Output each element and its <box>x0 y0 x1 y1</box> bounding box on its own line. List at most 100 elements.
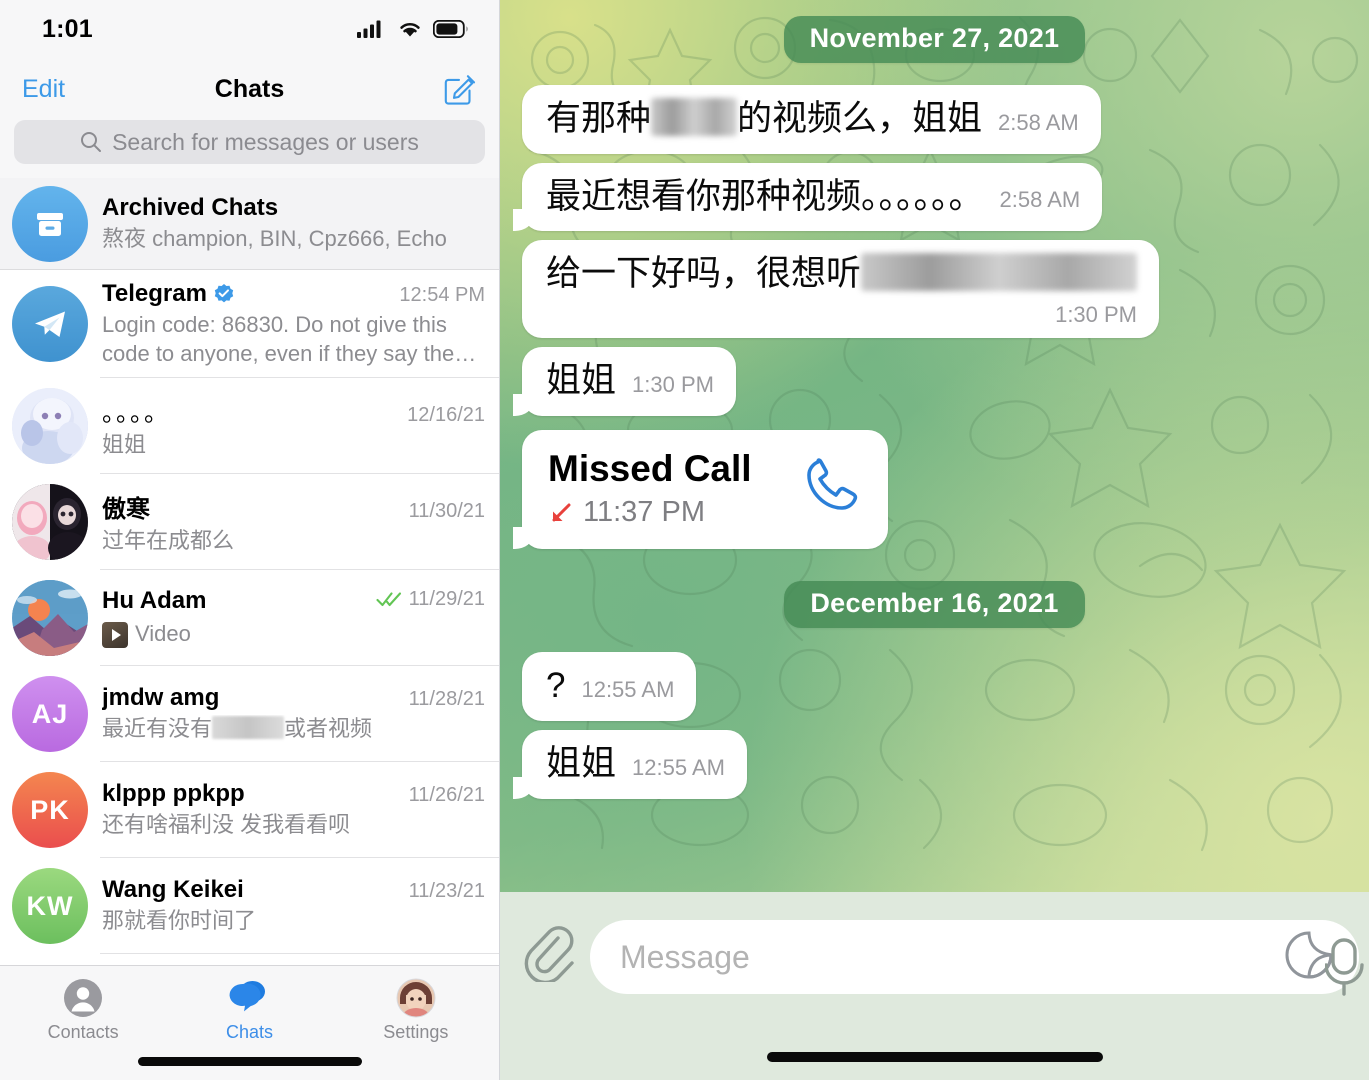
list-item[interactable]: Telegram 12:54 PM Login code: 86830. Do … <box>0 270 499 378</box>
status-bar: 1:01 <box>0 0 499 58</box>
photo-landscape <box>12 580 88 656</box>
message-time: 2:58 AM <box>998 109 1079 135</box>
message-bubble[interactable]: ? 12:55 AM <box>522 652 697 721</box>
redacted-text <box>861 253 1138 292</box>
message-bubble[interactable]: 最近想看你那种视频。。。。。。 2:58 AM <box>512 162 1103 232</box>
redacted-text <box>651 98 738 136</box>
avatar <box>12 186 88 262</box>
home-indicator <box>766 1052 1103 1062</box>
call-title: Missed Call <box>548 447 752 489</box>
message-text-part: 给一下好吗，很想听 <box>546 254 862 294</box>
chat-preview: 那就看你时间了 <box>102 908 257 934</box>
phone-call-icon[interactable] <box>800 455 862 522</box>
message-time: 1:30 PM <box>632 371 714 397</box>
photo-anime-white <box>12 388 88 464</box>
list-item[interactable]: 傲寒 11/30/21 过年在成都么 <box>0 474 499 570</box>
chat-name: Hu Adam <box>102 587 207 615</box>
message-row: 有那种 的视频么，姐姐 2:58 AM <box>500 85 1369 154</box>
chat-timestamp: 11/30/21 <box>408 499 485 522</box>
message-text: 给一下好吗，很想听 <box>546 253 1138 296</box>
chat-name: Archived Chats <box>102 194 279 222</box>
message-row: 最近想看你那种视频。。。。。。 2:58 AM <box>500 162 1369 232</box>
message-text-part: 的视频么，姐姐 <box>737 99 983 138</box>
chat-timestamp: 12/16/21 <box>407 403 485 426</box>
chats-bubbles-icon <box>230 981 266 1012</box>
message-bubble[interactable]: 姐姐 12:55 AM <box>513 729 747 799</box>
message-row: Missed Call 11:37 PM <box>500 429 1369 550</box>
date-separator: November 27, 2021 <box>783 16 1086 63</box>
list-item[interactable]: Hu Adam 11/29/21 Video <box>0 570 499 666</box>
preview-text-part: 最近有没有 <box>102 716 213 742</box>
chat-timestamp: 11/26/21 <box>408 784 485 807</box>
contacts-person-icon <box>64 979 103 1017</box>
missed-call-bubble[interactable]: Missed Call 11:37 PM <box>513 429 888 550</box>
list-item[interactable]: Archived Chats 熬夜 champion, BIN, Cpz666,… <box>0 178 499 270</box>
list-item[interactable]: PK klppp ppkpp 11/26/21 还有啥福利没 发我看看呗 <box>0 762 499 858</box>
date-separator: December 16, 2021 <box>784 581 1085 629</box>
search-input[interactable]: Search for messages or users <box>14 120 485 164</box>
wifi-icon <box>400 23 420 37</box>
missed-call-arrow-icon <box>552 503 571 522</box>
microphone-icon[interactable] <box>1324 936 1369 1003</box>
tab-label: Chats <box>225 1022 273 1042</box>
conversation-pane: November 27, 2021 有那种 的视频么，姐姐 2:58 AM 最近想… <box>500 0 1369 1080</box>
message-row: 给一下好吗，很想听 1:30 PM <box>500 240 1369 339</box>
message-row: 姐姐 12:55 AM <box>500 729 1369 799</box>
chat-preview: Login code: 86830. Do not give this code… <box>102 311 466 366</box>
status-bar-time: 1:01 <box>42 14 93 43</box>
message-row: 姐姐 1:30 PM <box>500 347 1369 416</box>
chat-timestamp: 12:54 PM <box>399 283 485 306</box>
chat-name: klppp ppkpp <box>102 780 245 808</box>
telegram-logo <box>35 311 65 337</box>
message-input[interactable]: Message <box>590 920 1359 994</box>
avatar-initials: PK <box>30 794 70 825</box>
video-thumbnail-icon <box>102 621 128 648</box>
verified-badge-icon <box>214 283 234 303</box>
chat-timestamp: 11/29/21 <box>408 587 485 610</box>
avatar: AJ <box>12 676 88 752</box>
message-text-part: 有那种 <box>546 99 652 138</box>
message-composer: Message <box>500 892 1369 1080</box>
chat-preview: 熬夜 champion, BIN, Cpz666, Echo <box>102 226 447 252</box>
chat-name: 傲寒 <box>102 495 150 523</box>
message-bubble[interactable]: 姐姐 1:30 PM <box>513 347 736 416</box>
archive-icon <box>37 213 63 236</box>
message-bubble[interactable]: 有那种 的视频么，姐姐 2:58 AM <box>522 85 1101 154</box>
list-item[interactable]: KW Wang Keikei 11/23/21 那就看你时间了 <box>0 858 499 954</box>
message-list[interactable]: November 27, 2021 有那种 的视频么，姐姐 2:58 AM 最近想… <box>500 0 1369 892</box>
read-ticks-icon <box>376 592 401 607</box>
redacted-text <box>212 716 285 740</box>
message-text: 姐姐 <box>546 743 617 783</box>
chat-timestamp: 11/28/21 <box>408 688 485 711</box>
paperclip-icon[interactable] <box>522 924 574 987</box>
message-time: 1:30 PM <box>1055 302 1138 328</box>
chat-list-pane: 1:01 Edit Chats Search for messages or u… <box>0 0 500 1080</box>
message-row: ? 12:55 AM <box>500 652 1369 721</box>
avatar-initials: AJ <box>31 698 69 729</box>
compose-icon[interactable] <box>443 72 477 106</box>
chat-preview: Video <box>135 621 191 647</box>
chat-name: Wang Keikei <box>102 876 244 904</box>
chat-list[interactable]: Archived Chats 熬夜 champion, BIN, Cpz666,… <box>0 178 499 965</box>
chat-name: jmdw amg <box>102 684 220 712</box>
avatar-initials: KW <box>26 890 74 921</box>
divider <box>100 953 499 954</box>
message-text: 最近想看你那种视频。。。。。。 <box>546 176 984 216</box>
chat-name: Telegram <box>102 279 207 307</box>
avatar <box>12 484 88 560</box>
chat-preview: 姐姐 <box>102 431 147 457</box>
list-item[interactable]: AJ jmdw amg 11/28/21 最近有没有 或者视频 <box>0 666 499 762</box>
message-time: 12:55 AM <box>632 754 725 780</box>
avatar: PK <box>12 772 88 848</box>
avatar <box>12 388 88 464</box>
avatar <box>12 286 88 362</box>
list-item[interactable]: 。。。。 12/16/21 姐姐 <box>0 378 499 474</box>
cellular-signal-icon <box>357 20 381 38</box>
avatar: KW <box>12 868 88 944</box>
preview-text-part: 或者视频 <box>284 716 373 742</box>
tab-label: Settings <box>383 1022 449 1042</box>
tab-label: Contacts <box>47 1022 119 1042</box>
settings-avatar-icon <box>396 978 436 1018</box>
chat-preview: 过年在成都么 <box>102 527 235 553</box>
message-bubble[interactable]: 给一下好吗，很想听 1:30 PM <box>522 240 1160 339</box>
